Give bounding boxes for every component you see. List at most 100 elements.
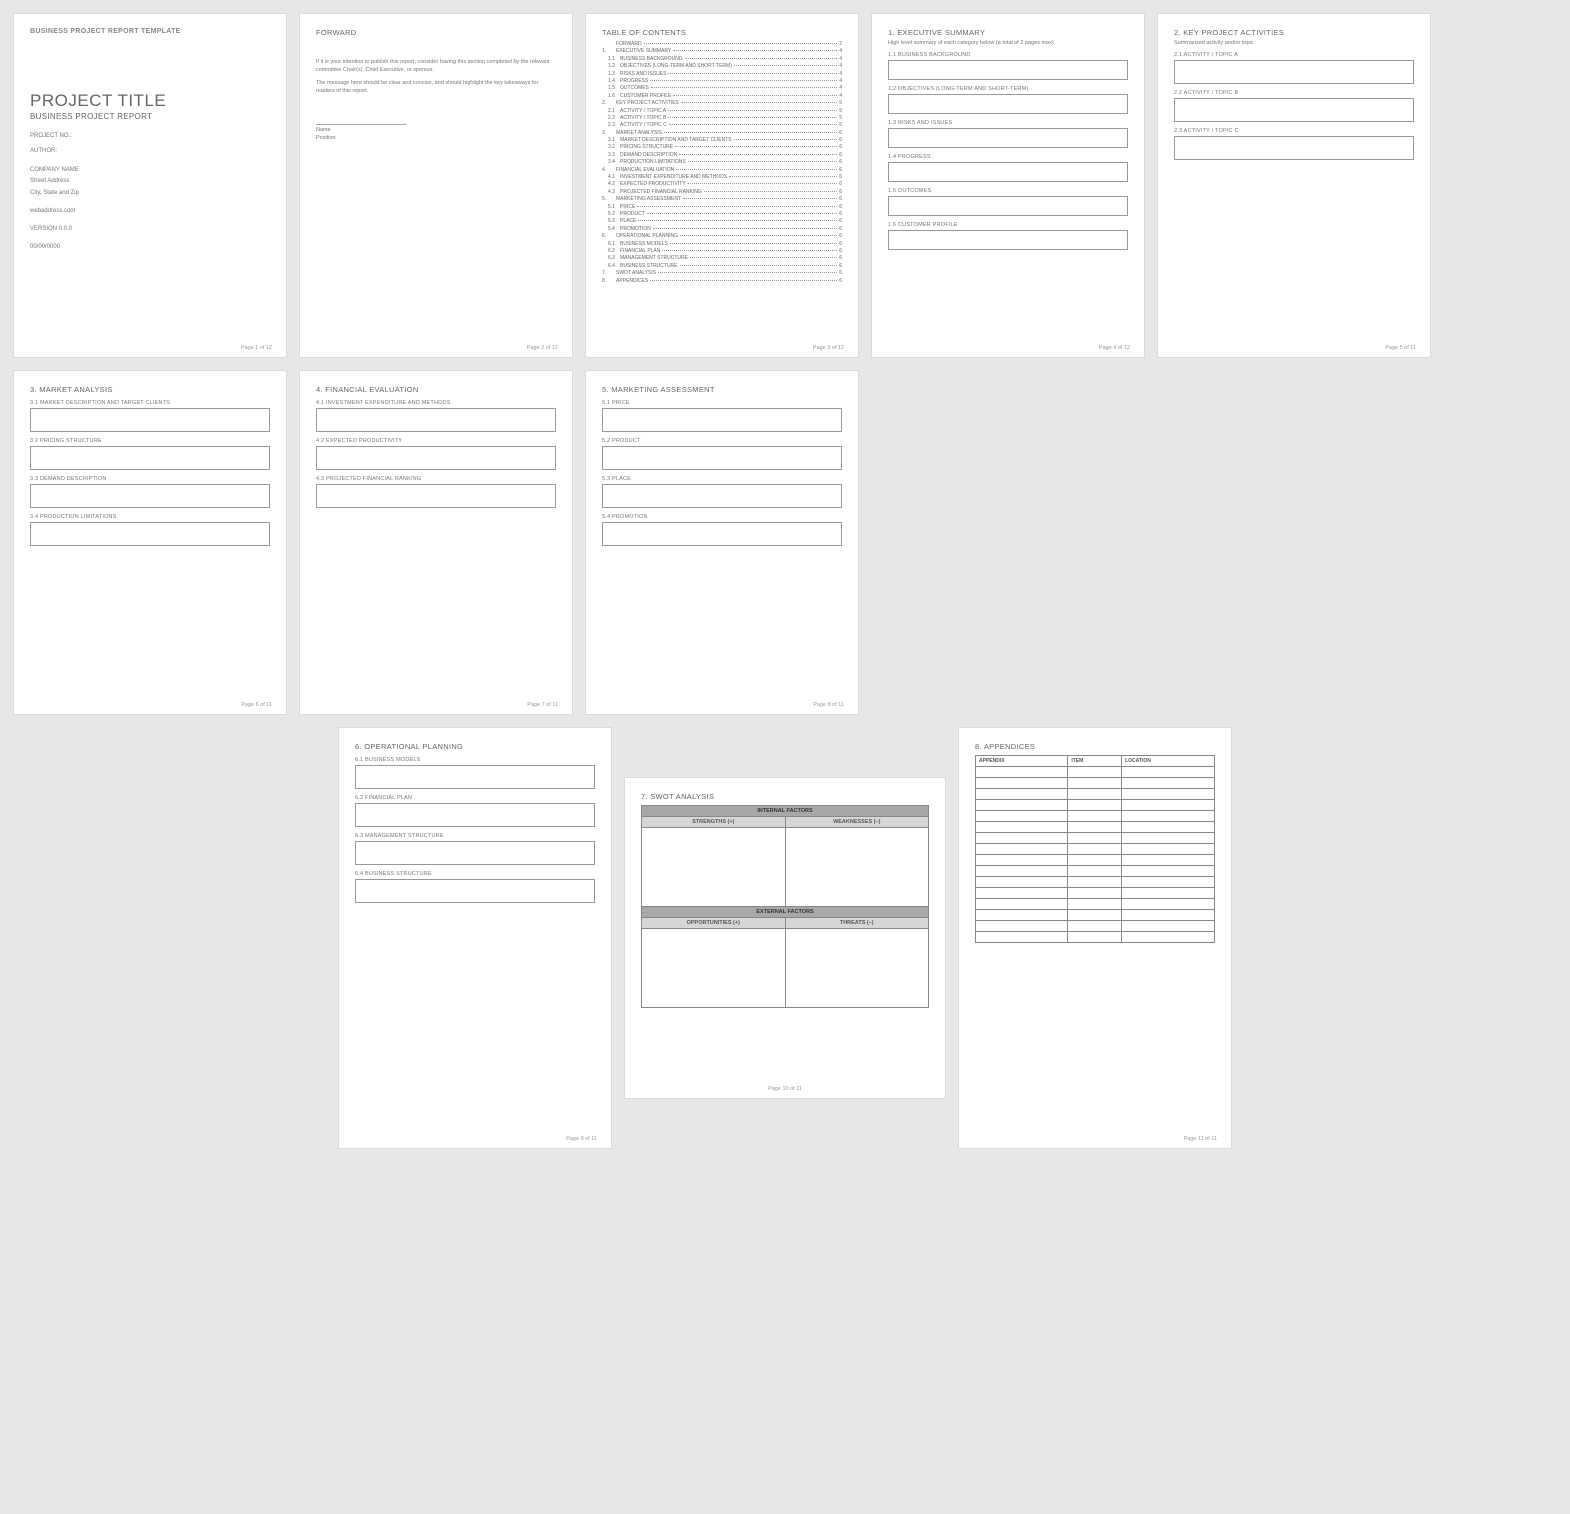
toc-row: 6.OPERATIONAL PLANNING6	[602, 233, 842, 239]
table-cell	[1122, 778, 1215, 789]
sub-title: 4.2 EXPECTED PRODUCTIVITY	[316, 438, 556, 444]
sub-title: 1.6 CUSTOMER PROFILE	[888, 222, 1128, 228]
table-cell	[1122, 844, 1215, 855]
sub-section: 1.4 PROGRESS	[888, 154, 1128, 182]
toc-row: 3.1MARKET DESCRIPTION AND TARGET CLIENTS…	[602, 137, 842, 143]
sub-section: 4.1 INVESTMENT EXPENDITURE AND METHODS	[316, 400, 556, 432]
sub-title: 1.3 RISKS AND ISSUES	[888, 120, 1128, 126]
table-cell	[976, 833, 1068, 844]
table-cell	[1068, 921, 1122, 932]
input-box	[602, 408, 842, 432]
table-cell	[976, 899, 1068, 910]
toc-label: ACTIVITY / TOPIC C	[620, 122, 667, 128]
table-cell	[976, 789, 1068, 800]
sub-section: 5.1 PRICE	[602, 400, 842, 432]
toc-num: 5.	[602, 196, 616, 202]
table-cell	[1122, 932, 1215, 943]
toc-num: 3.3	[602, 152, 620, 158]
toc-page: 5	[839, 122, 842, 128]
appendix-col: LOCATION	[1122, 756, 1215, 767]
project-title: PROJECT TITLE	[30, 91, 270, 111]
toc-label: PRODUCTION LIMITATIONS	[620, 159, 686, 165]
toc-row: 4.2EXPECTED PRODUCTIVITY6	[602, 181, 842, 187]
sub-title: 5.3 PLACE	[602, 476, 842, 482]
toc-row: 6.2FINANCIAL PLAN6	[602, 248, 842, 254]
input-box	[602, 484, 842, 508]
sub-section: 3.2 PRICING STRUCTURE	[30, 438, 270, 470]
toc-page: 4	[839, 48, 842, 54]
input-box	[888, 230, 1128, 250]
sub-title: 2.2 ACTIVITY / TOPIC B	[1174, 90, 1414, 96]
sub-title: 5.2 PRODUCT	[602, 438, 842, 444]
input-box	[888, 162, 1128, 182]
table-cell	[1068, 932, 1122, 943]
toc-label: INVESTMENT EXPENDITURE AND METHODS	[620, 174, 727, 180]
table-cell	[1122, 789, 1215, 800]
table-row	[976, 800, 1215, 811]
toc-row: 1.5OUTCOMES4	[602, 85, 842, 91]
page-11: 8. APPENDICES APPENDIXITEMLOCATION Page …	[959, 728, 1231, 1148]
toc-page: 4	[839, 85, 842, 91]
appendix-table: APPENDIXITEMLOCATION	[975, 755, 1215, 943]
sub-title: 3.1 MARKET DESCRIPTION AND TARGET CLIENT…	[30, 400, 270, 406]
toc-num: 6.4	[602, 263, 620, 269]
toc-row: 5.1PRICE 6	[602, 204, 842, 210]
toc-label: BUSINESS BACKGROUND	[620, 56, 683, 62]
sig-position: Position	[316, 135, 556, 141]
toc-num: 1.	[602, 48, 616, 54]
exec-note: High level summary of each category belo…	[888, 40, 1128, 46]
toc-num: 1.1	[602, 56, 620, 62]
forward-p1: If it is your intention to publish this …	[316, 59, 556, 74]
date: 00/00/0000	[30, 244, 270, 252]
toc-row: 6.3MANAGEMENT STRUCTURE6	[602, 255, 842, 261]
toc-num: 5.1	[602, 204, 620, 210]
table-cell	[1068, 910, 1122, 921]
sub-title: 5.1 PRICE	[602, 400, 842, 406]
table-cell	[976, 800, 1068, 811]
toc-label: OUTCOMES	[620, 85, 649, 91]
page-footer: Page 4 of 12	[1099, 345, 1130, 351]
toc-label: MARKETING ASSESSMENT	[616, 196, 681, 202]
project-no: PROJECT NO.:	[30, 131, 270, 142]
table-cell	[976, 844, 1068, 855]
input-box	[316, 408, 556, 432]
toc-num: 6.	[602, 233, 616, 239]
table-row	[976, 855, 1215, 866]
sub-title: 2.1 ACTIVITY / TOPIC A	[1174, 52, 1414, 58]
input-box	[355, 765, 595, 789]
input-box	[30, 446, 270, 470]
project-meta: PROJECT NO.: AUTHOR: COMPANY NAME Street…	[30, 131, 270, 251]
toc-page: 4	[839, 63, 842, 69]
toc-page: 6	[839, 248, 842, 254]
swot-internal: INTERNAL FACTORS	[642, 806, 928, 817]
sub-section: 3.4 PRODUCTION LIMITATIONS	[30, 514, 270, 546]
sub-title: 3.4 PRODUCTION LIMITATIONS	[30, 514, 270, 520]
toc-label: OBJECTIVES (LONG-TERM AND SHORT-TERM)	[620, 63, 732, 69]
toc-page: 6	[839, 137, 842, 143]
table-row	[976, 767, 1215, 778]
toc-num: 3.2	[602, 144, 620, 150]
page-footer: Page 3 of 12	[813, 345, 844, 351]
table-row	[976, 866, 1215, 877]
sub-section: 1.5 OUTCOMES	[888, 188, 1128, 216]
toc-label: PRICE	[620, 204, 635, 210]
table-cell	[976, 888, 1068, 899]
toc-label: PROJECTED FINANCIAL RANKING	[620, 189, 702, 195]
table-row	[976, 932, 1215, 943]
toc-page: 6	[839, 167, 842, 173]
toc-label: CUSTOMER PROFILE	[620, 93, 671, 99]
input-box	[316, 446, 556, 470]
p6-heading: 3. MARKET ANALYSIS	[30, 385, 270, 394]
table-cell	[976, 932, 1068, 943]
toc-page: 6	[839, 204, 842, 210]
toc-label: PRICING STRUCTURE	[620, 144, 673, 150]
table-row	[976, 899, 1215, 910]
toc-label: BUSINESS STRUCTURE	[620, 263, 678, 269]
page-footer: Page 2 of 12	[527, 345, 558, 351]
sub-title: 2.3 ACTIVITY / TOPIC C	[1174, 128, 1414, 134]
appendix-heading: 8. APPENDICES	[975, 742, 1215, 751]
input-box	[30, 522, 270, 546]
table-cell	[1068, 899, 1122, 910]
table-row	[976, 844, 1215, 855]
forward-heading: FORWARD	[316, 28, 556, 37]
